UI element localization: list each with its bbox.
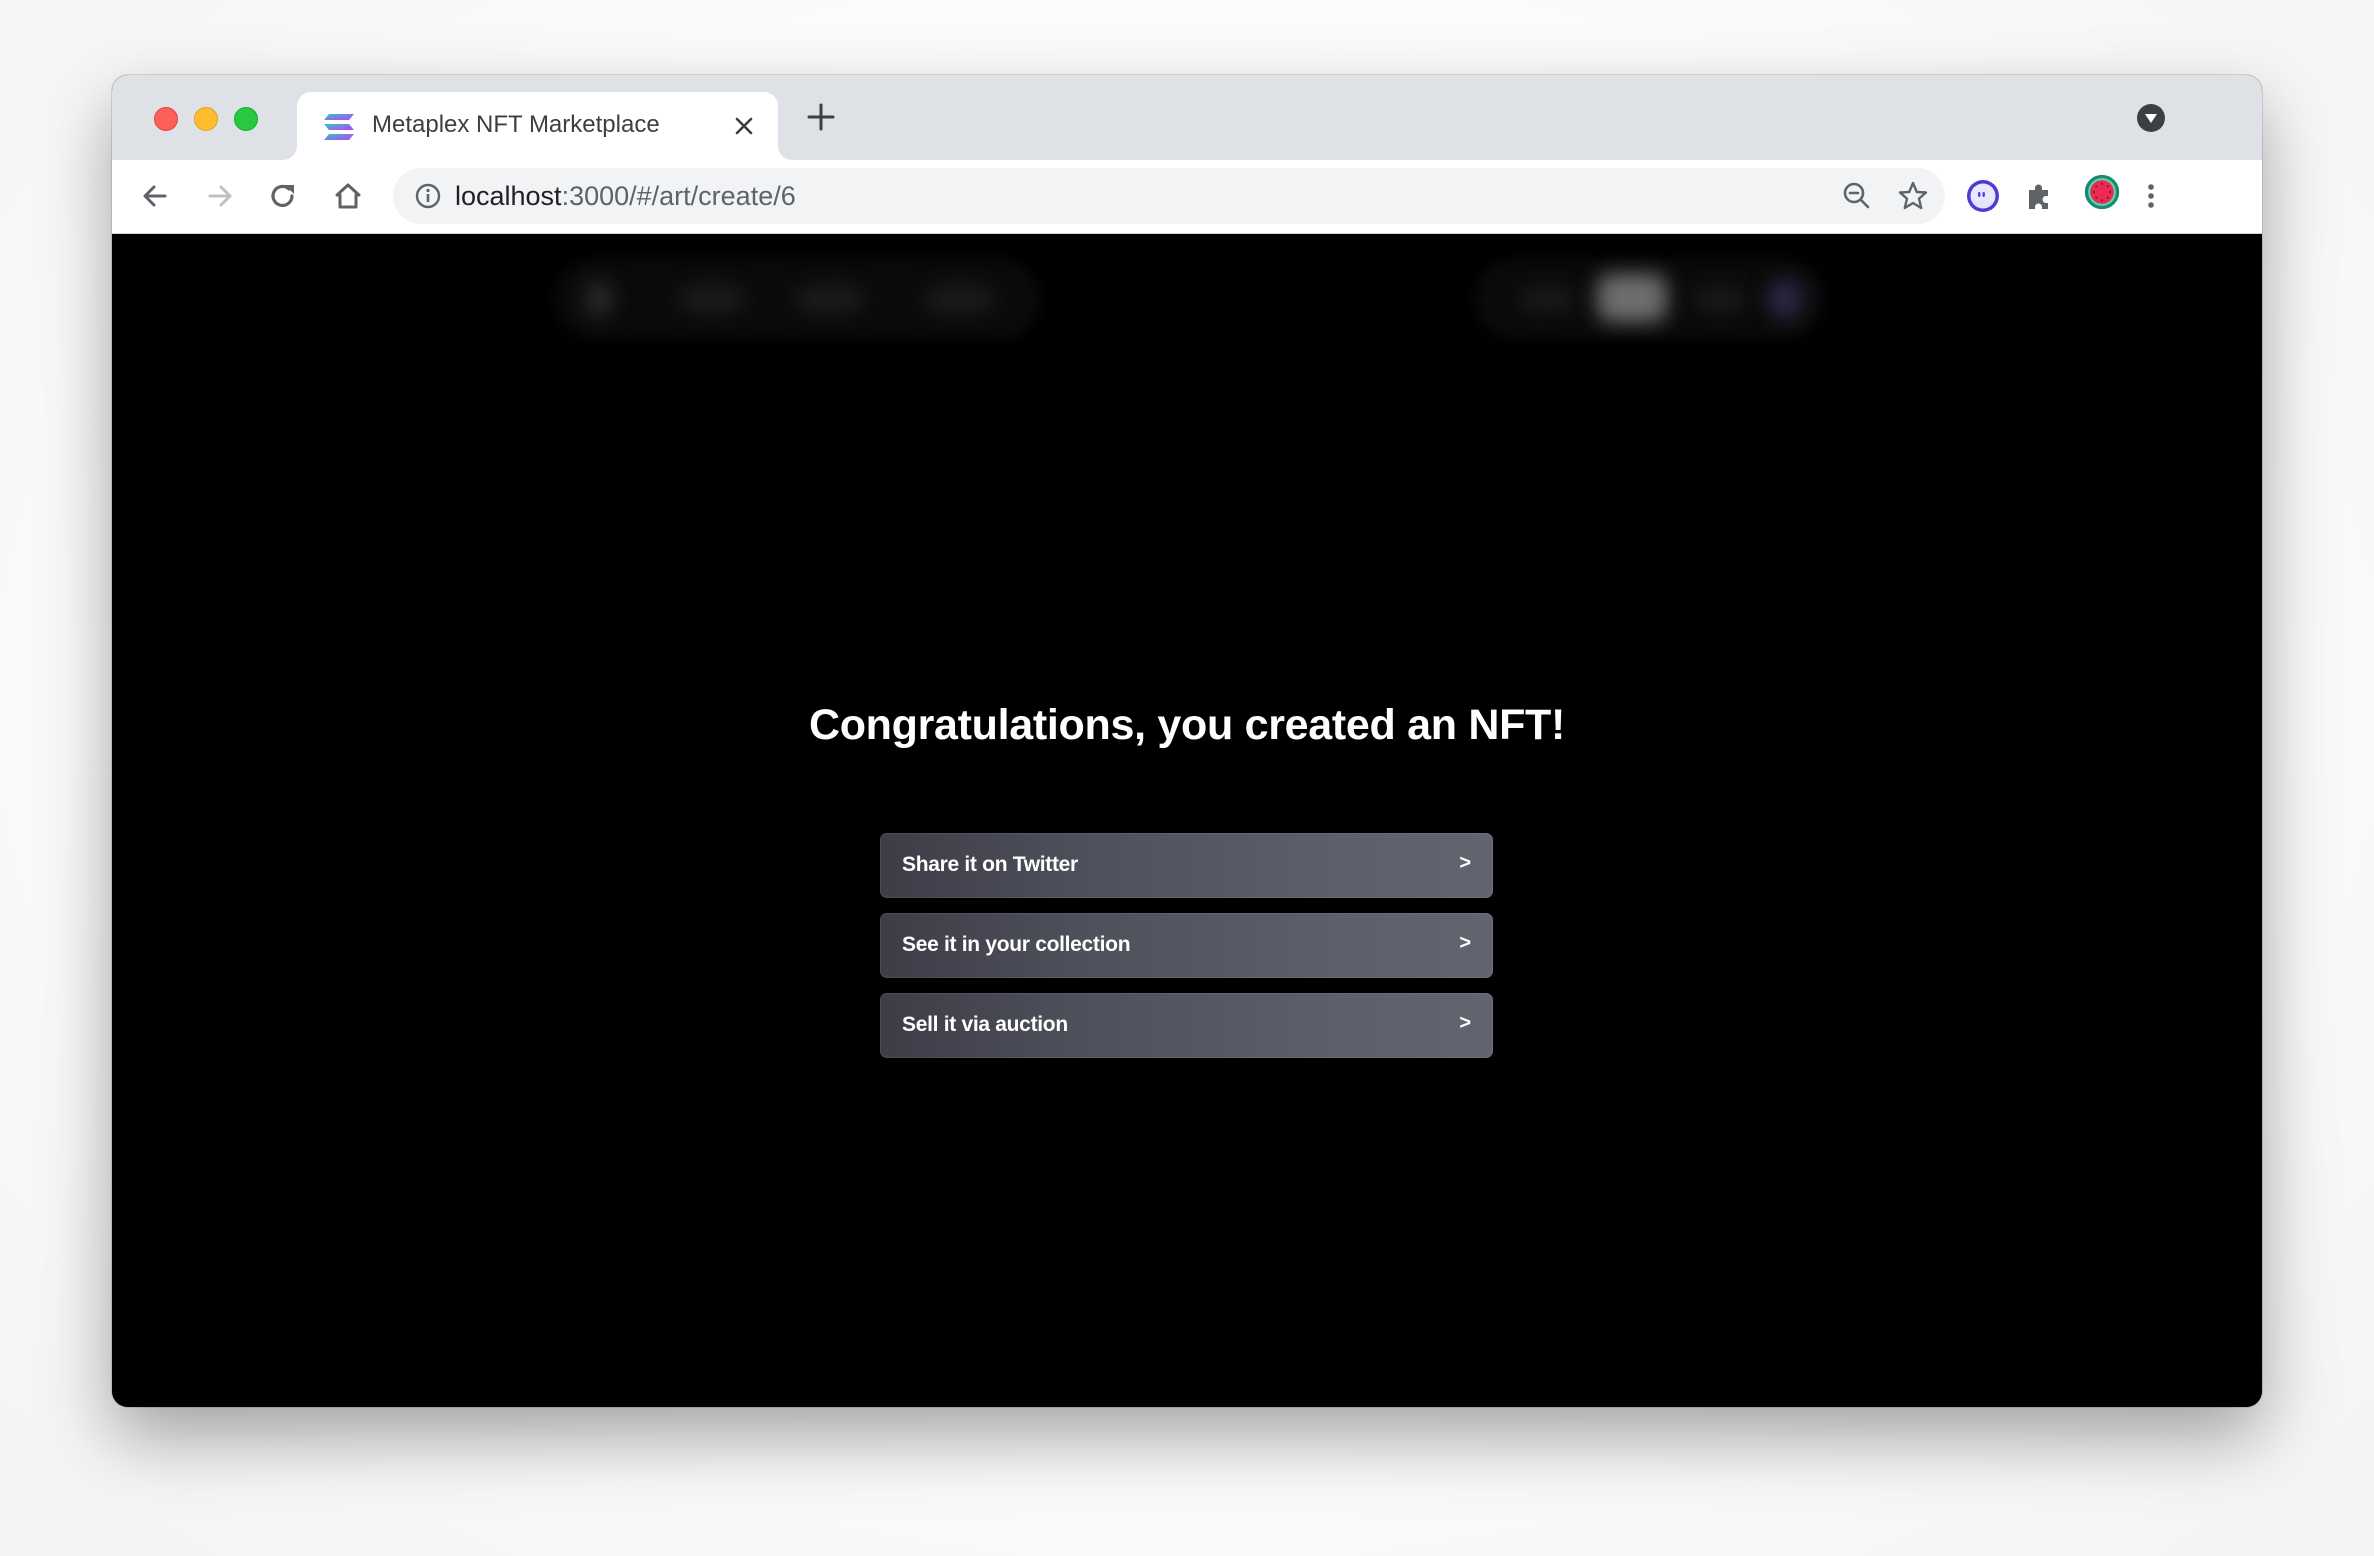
reload-button[interactable] [265,178,301,214]
tab-strip: Metaplex NFT Marketplace [112,75,2262,160]
action-label: See it in your collection [902,933,1131,956]
browser-menu-button[interactable] [2133,178,2169,214]
reload-icon [271,184,294,208]
browser-tab-active[interactable]: Metaplex NFT Marketplace [297,92,778,160]
forward-button[interactable] [202,178,238,214]
back-button[interactable] [137,178,173,214]
blurred-nav-item [677,284,747,314]
new-tab-button[interactable] [803,99,839,135]
puzzle-extensions-icon [2029,184,2048,209]
arrow-left-icon [143,185,167,207]
url-path: :3000/#/art/create/6 [561,181,796,211]
phantom-wallet-extension[interactable] [1965,178,2001,214]
chevron-right-icon: > [1459,852,1471,874]
chevron-right-icon: > [1459,1012,1471,1034]
star-icon[interactable] [1895,178,1931,214]
solana-logo-icon [324,114,354,140]
phantom-wallet-icon [1967,180,1999,212]
see-in-collection-button[interactable]: See it in your collection > [880,913,1493,978]
sell-via-auction-button[interactable]: Sell it via auction > [880,993,1493,1058]
blurred-button [1597,274,1667,322]
home-icon [335,183,361,209]
chevron-right-icon: > [1459,932,1471,954]
blurred-logo [584,281,614,317]
url-text[interactable]: localhost:3000/#/art/create/6 [455,181,796,212]
watermelon-avatar-icon [2084,174,2120,210]
home-button[interactable] [330,178,366,214]
blurred-nav-item [1692,286,1747,312]
zoom-out-icon[interactable] [1839,178,1875,214]
plus-icon [807,103,835,131]
browser-window: Metaplex NFT Marketplace localhost:3000/… [112,75,2262,1407]
page-heading: Congratulations, you created an NFT! [808,701,1566,749]
info-icon[interactable] [413,181,443,211]
profile-avatar[interactable] [2084,174,2128,218]
address-bar[interactable]: localhost:3000/#/art/create/6 [393,168,1945,224]
extensions-button[interactable] [2021,178,2057,214]
blurred-avatar [1767,279,1803,319]
arrow-right-icon [208,185,232,207]
action-list: Share it on Twitter > See it in your col… [880,833,1493,1073]
browser-toolbar: localhost:3000/#/art/create/6 [112,160,2262,234]
tab-search-button[interactable] [2137,104,2165,132]
tab-title: Metaplex NFT Marketplace [372,111,660,138]
blurred-nav-item [1517,286,1577,312]
action-label: Sell it via auction [902,1013,1068,1036]
page-viewport: Congratulations, you created an NFT! Sha… [112,234,2262,1407]
blurred-nav-item [922,284,997,314]
blurred-nav-item [792,284,867,314]
action-label: Share it on Twitter [902,853,1078,876]
close-window-button[interactable] [154,107,178,131]
kebab-menu-icon [2148,184,2154,208]
close-icon[interactable] [730,112,758,140]
url-host: localhost [455,181,562,211]
maximize-window-button[interactable] [234,107,258,131]
share-on-twitter-button[interactable]: Share it on Twitter > [880,833,1493,898]
minimize-window-button[interactable] [194,107,218,131]
